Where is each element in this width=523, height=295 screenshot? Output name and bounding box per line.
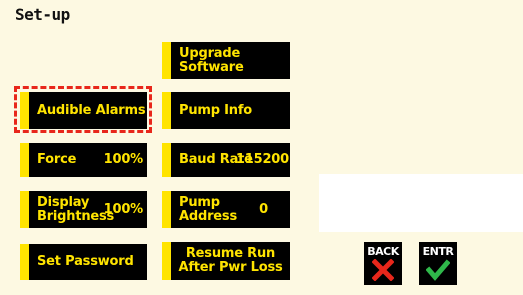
screen-title: Set-up — [15, 5, 70, 24]
force-button[interactable]: Force 100% — [20, 143, 147, 177]
audible-alarms-button[interactable]: Audible Alarms — [20, 92, 147, 129]
force-label: Force — [37, 152, 77, 167]
set-password-button[interactable]: Set Password — [20, 244, 147, 280]
pump-address-value: 0 — [259, 201, 268, 217]
resume-run-label: Resume Run After Pwr Loss — [178, 246, 283, 275]
display-brightness-value: 100% — [103, 201, 144, 217]
back-button[interactable]: BACK — [364, 242, 402, 285]
info-panel — [319, 174, 523, 232]
display-brightness-label: Display Brightness — [37, 194, 115, 224]
force-value: 100% — [103, 152, 144, 167]
display-brightness-button[interactable]: Display Brightness 100% — [20, 191, 147, 228]
back-label: BACK — [367, 245, 399, 258]
enter-label: ENTR — [422, 245, 454, 258]
audible-alarms-label: Audible Alarms — [37, 102, 146, 118]
upgrade-software-button[interactable]: Upgrade Software — [162, 42, 290, 79]
baud-rate-button[interactable]: Baud Rate 115200 — [162, 143, 290, 177]
baud-rate-value: 115200 — [235, 152, 289, 167]
pump-info-button[interactable]: Pump Info — [162, 92, 290, 129]
set-password-label: Set Password — [37, 254, 134, 269]
upgrade-software-label: Upgrade Software — [179, 45, 244, 75]
resume-run-button[interactable]: Resume Run After Pwr Loss — [162, 242, 290, 280]
x-icon — [372, 259, 394, 281]
check-icon — [426, 259, 450, 281]
enter-button[interactable]: ENTR — [419, 242, 457, 285]
pump-info-label: Pump Info — [179, 102, 253, 118]
pump-address-label: Pump Address — [179, 194, 237, 224]
pump-address-button[interactable]: Pump Address 0 — [162, 191, 290, 228]
